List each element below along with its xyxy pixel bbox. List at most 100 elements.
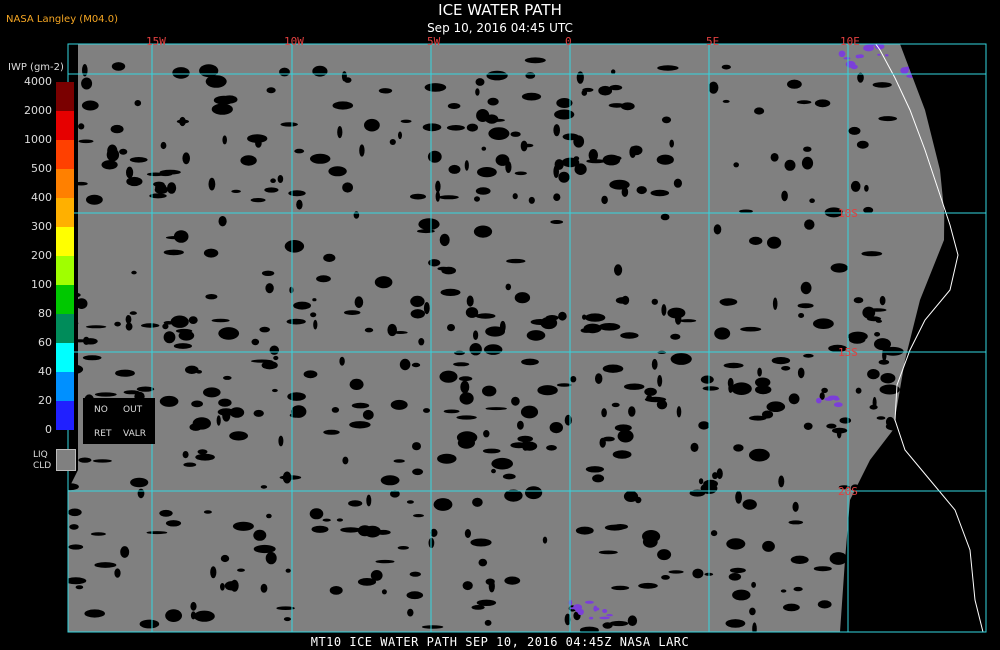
clear-patch (182, 451, 189, 459)
clear-patch (797, 367, 805, 379)
clear-patch (638, 582, 658, 589)
clear-patch (772, 297, 778, 310)
clear-patch (611, 69, 616, 75)
clear-patch (247, 134, 268, 143)
clear-patch (778, 475, 785, 488)
ice-patch (885, 54, 889, 57)
clear-patch (322, 518, 331, 522)
clear-patch (163, 249, 184, 256)
clear-patch (411, 362, 421, 368)
clear-patch (413, 514, 424, 518)
scale-value: 400 (31, 191, 52, 204)
clear-patch (137, 488, 145, 499)
clear-patch (464, 160, 469, 171)
clear-patch (733, 444, 744, 452)
flag-legend-box: NO OUT RET VALR (83, 398, 155, 444)
lon-label-10e: 10E (840, 35, 860, 48)
clear-patch (280, 122, 298, 127)
clear-patch (872, 82, 892, 88)
clear-patch (269, 345, 279, 355)
clear-patch (700, 375, 714, 384)
ice-patch (877, 53, 881, 56)
clear-patch (183, 462, 197, 467)
clear-patch (366, 494, 372, 507)
clear-patch (553, 165, 559, 178)
clear-patch (354, 296, 364, 309)
clear-patch (585, 466, 605, 473)
clear-patch (265, 551, 277, 565)
clear-patch (265, 283, 274, 294)
clear-patch (193, 610, 215, 622)
clear-patch (595, 373, 603, 384)
clear-patch (573, 156, 580, 161)
ice-patch (606, 614, 613, 617)
ice-patch (838, 50, 846, 58)
clear-patch (790, 555, 809, 564)
clear-patch (788, 520, 804, 525)
clear-patch (158, 172, 173, 177)
clear-patch (447, 324, 455, 332)
clear-patch (78, 457, 92, 463)
clear-patch (564, 414, 572, 426)
clear-patch (716, 468, 723, 480)
clear-patch (733, 162, 739, 168)
clear-patch (761, 410, 774, 419)
clear-patch (126, 176, 143, 187)
clear-patch (253, 544, 276, 554)
clear-patch (486, 70, 508, 81)
scale-swatch (56, 256, 74, 285)
clear-patch (83, 336, 90, 345)
clear-patch (650, 189, 670, 197)
clear-patch (428, 259, 441, 267)
scale-value: 2000 (24, 104, 52, 117)
clear-patch (583, 323, 602, 334)
clear-patch (437, 266, 450, 271)
clear-patch (460, 380, 470, 394)
lat-label-15s: 15S (838, 346, 858, 359)
clear-patch (488, 127, 510, 140)
clear-patch (644, 387, 657, 396)
clear-patch (266, 513, 272, 519)
clear-patch (721, 64, 731, 70)
clear-patch (107, 144, 118, 158)
scale-swatch (56, 140, 74, 169)
clear-patch (528, 196, 535, 204)
clear-patch (849, 585, 865, 590)
clear-patch (692, 568, 704, 579)
lon-label-5e: 5E (706, 35, 720, 48)
scale-value: 4000 (24, 75, 52, 88)
clear-patch (878, 359, 890, 365)
clear-patch (470, 538, 492, 547)
clear-patch (309, 508, 324, 520)
clear-patch (521, 92, 542, 101)
liq-label: LIQ (33, 450, 48, 460)
clear-patch (69, 524, 79, 530)
clear-patch (661, 575, 670, 580)
clear-patch (289, 286, 294, 294)
clear-patch (270, 178, 276, 183)
clear-patch (390, 399, 408, 410)
clear-patch (614, 264, 623, 276)
clear-patch (203, 248, 219, 258)
clear-patch (517, 420, 524, 430)
clear-patch (477, 167, 497, 178)
clear-patch (728, 573, 742, 581)
clear-patch (131, 270, 137, 275)
clear-patch (523, 143, 534, 148)
clear-patch (651, 358, 658, 370)
clear-patch (75, 585, 84, 590)
no-label: NO (94, 405, 108, 415)
clear-patch (406, 500, 414, 504)
clear-patch (592, 474, 605, 483)
clear-patch (803, 353, 814, 358)
clear-patch (310, 153, 331, 164)
clear-patch (459, 392, 474, 405)
clear-patch (159, 509, 173, 517)
clear-patch (313, 319, 318, 330)
clear-patch (349, 378, 364, 390)
clear-patch (340, 527, 362, 533)
clear-patch (749, 236, 763, 245)
clear-patch (526, 330, 546, 341)
clear-patch (612, 450, 632, 459)
clear-patch (673, 178, 683, 188)
